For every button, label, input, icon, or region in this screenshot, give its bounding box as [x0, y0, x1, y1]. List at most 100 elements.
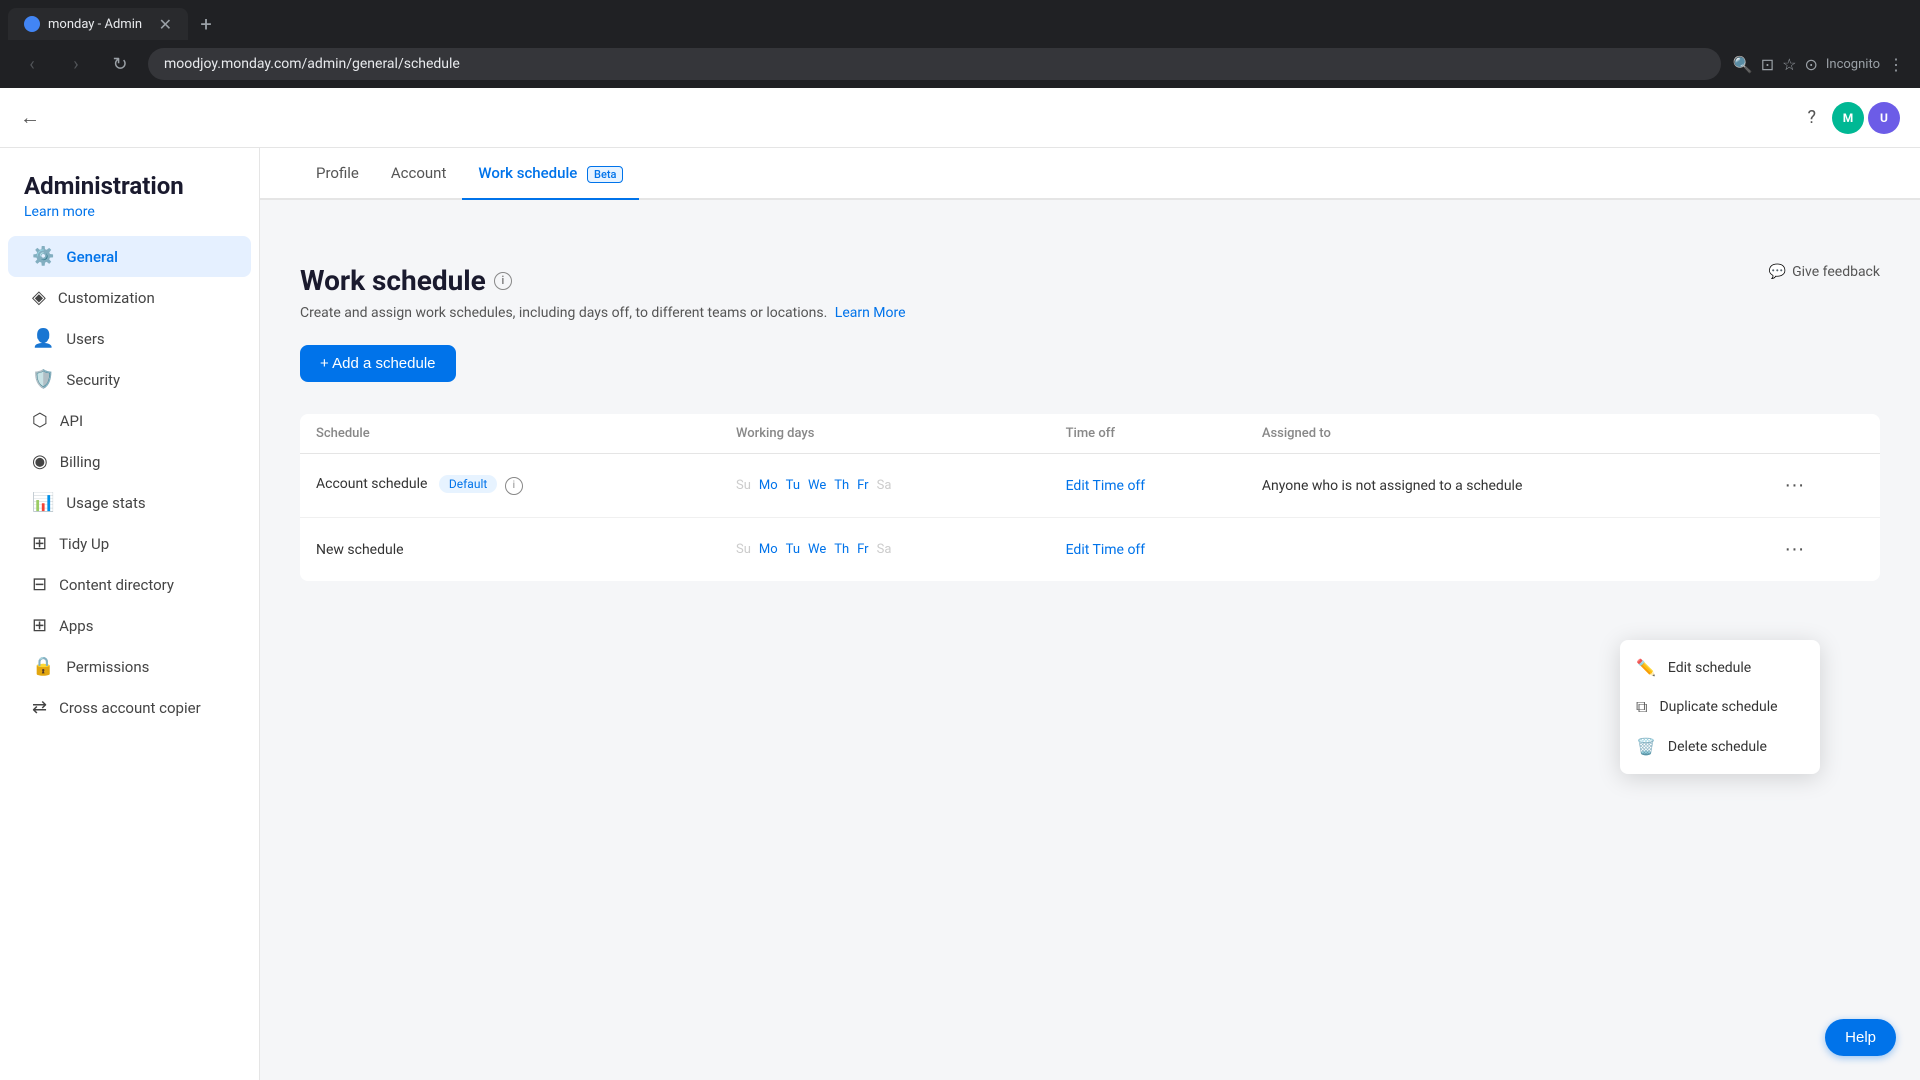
add-schedule-button[interactable]: + Add a schedule	[300, 345, 456, 382]
sidebar-item-users[interactable]: 👤 Users	[8, 318, 251, 359]
sidebar-item-label-cross-account-copier: Cross account copier	[59, 699, 201, 717]
days-container: Su Mo Tu We Th Fr Sa	[736, 478, 1034, 493]
content-directory-icon: ⊟	[32, 574, 47, 595]
day-fr-2: Fr	[857, 542, 868, 557]
avatar-user2[interactable]: U	[1868, 102, 1900, 134]
usage-stats-icon: 📊	[32, 492, 54, 513]
col-schedule: Schedule	[300, 414, 720, 454]
bookmark-icon[interactable]: ☆	[1782, 55, 1796, 74]
sidebar-item-security[interactable]: 🛡️ Security	[8, 359, 251, 400]
avatar-user1[interactable]: M	[1832, 102, 1864, 134]
context-menu-delete[interactable]: 🗑️ Delete schedule	[1620, 727, 1820, 766]
billing-icon: ◉	[32, 451, 48, 472]
give-feedback-link[interactable]: 💬 Give feedback	[1769, 264, 1880, 280]
address-icons: 🔍 ⊡ ☆ ⊙ Incognito ⋮	[1733, 55, 1904, 74]
more-actions-button-2[interactable]: ···	[1776, 534, 1812, 565]
tab-work-schedule[interactable]: Work schedule Beta	[462, 148, 639, 200]
sidebar-item-content-directory[interactable]: ⊟ Content directory	[8, 564, 251, 605]
day-mo-2: Mo	[759, 542, 778, 557]
sidebar-item-label-api: API	[60, 412, 83, 430]
day-tu-2: Tu	[786, 542, 800, 557]
help-question-icon[interactable]: ?	[1807, 107, 1816, 128]
day-su: Su	[736, 478, 751, 493]
actions-cell-1: ···	[1760, 454, 1880, 518]
tabs-bar: Profile Account Work schedule Beta	[260, 148, 1920, 200]
sidebar-item-label-tidy-up: Tidy Up	[59, 535, 109, 553]
sidebar-learn-more-link[interactable]: Learn more	[0, 204, 259, 220]
schedule-name-cell-2: New schedule	[300, 518, 720, 582]
incognito-label: Incognito	[1826, 57, 1880, 72]
col-working-days: Working days	[720, 414, 1050, 454]
profile-icon[interactable]: ⊙	[1804, 55, 1817, 74]
forward-nav-button[interactable]: ›	[60, 48, 92, 80]
duplicate-icon: ⧉	[1636, 697, 1647, 717]
delete-icon: 🗑️	[1636, 737, 1656, 756]
day-tu: Tu	[786, 478, 800, 493]
sidebar-item-usage-stats[interactable]: 📊 Usage stats	[8, 482, 251, 523]
more-actions-button-1[interactable]: ···	[1776, 470, 1812, 501]
new-tab-button[interactable]: +	[192, 10, 220, 38]
tidy-up-icon: ⊞	[32, 533, 47, 554]
customization-icon: ◈	[32, 287, 46, 308]
sidebar-item-label-billing: Billing	[60, 453, 101, 471]
help-button[interactable]: Help	[1825, 1019, 1896, 1056]
assigned-to-cell: Anyone who is not assigned to a schedule	[1246, 454, 1761, 518]
schedule-name: Account schedule	[316, 476, 427, 492]
tab-account[interactable]: Account	[375, 148, 463, 200]
context-menu-edit[interactable]: ✏️ Edit schedule	[1620, 648, 1820, 687]
edit-time-off-link-2[interactable]: Edit Time off	[1066, 542, 1146, 558]
back-nav-button[interactable]: ‹	[16, 48, 48, 80]
sidebar-item-label-permissions: Permissions	[66, 658, 149, 676]
day-th: Th	[834, 478, 849, 493]
edit-time-off-link-1[interactable]: Edit Time off	[1066, 478, 1146, 494]
url-text: moodjoy.monday.com/admin/general/schedul…	[164, 56, 460, 72]
actions-cell-2: ···	[1760, 518, 1880, 582]
sidebar-item-label-content-directory: Content directory	[59, 576, 174, 594]
sidebar-item-permissions[interactable]: 🔒 Permissions	[8, 646, 251, 687]
sidebar-item-label-users: Users	[66, 330, 104, 348]
cast-icon[interactable]: ⊡	[1761, 55, 1774, 74]
day-th-2: Th	[834, 542, 849, 557]
sidebar-item-general[interactable]: ⚙️ General	[8, 236, 251, 277]
sidebar-item-cross-account-copier[interactable]: ⇄ Cross account copier	[8, 687, 251, 728]
day-mo: Mo	[759, 478, 778, 493]
page-description: Create and assign work schedules, includ…	[300, 305, 1880, 321]
day-fr: Fr	[857, 478, 868, 493]
tab-close-button[interactable]: ✕	[159, 15, 172, 34]
page-title-info-icon[interactable]: i	[494, 272, 512, 290]
page-title: Work schedule i	[300, 264, 512, 297]
tab-profile[interactable]: Profile	[300, 148, 375, 200]
tab-bar: monday - Admin ✕ +	[0, 0, 1920, 40]
page-header: Work schedule i 💬 Give feedback	[300, 264, 1880, 297]
table-row: Account schedule Default i Su Mo Tu We T…	[300, 454, 1880, 518]
api-icon: ⬡	[32, 410, 48, 431]
sidebar-item-label-security: Security	[66, 371, 120, 389]
reload-button[interactable]: ↻	[104, 48, 136, 80]
assigned-to-cell-2	[1246, 518, 1761, 582]
table-header-row: Schedule Working days Time off Assigned …	[300, 414, 1880, 454]
sidebar-item-api[interactable]: ⬡ API	[8, 400, 251, 441]
sidebar-item-tidy-up[interactable]: ⊞ Tidy Up	[8, 523, 251, 564]
learn-more-link[interactable]: Learn More	[835, 305, 906, 321]
extensions-icon[interactable]: ⋮	[1888, 55, 1904, 74]
url-bar[interactable]: moodjoy.monday.com/admin/general/schedul…	[148, 48, 1721, 80]
app-back-button[interactable]: ←	[20, 105, 40, 130]
day-we-2: We	[808, 542, 826, 557]
sidebar-item-label-general: General	[66, 248, 118, 266]
table-header: Schedule Working days Time off Assigned …	[300, 414, 1880, 454]
search-icon[interactable]: 🔍	[1733, 55, 1753, 74]
table-row: New schedule Su Mo Tu We Th Fr Sa	[300, 518, 1880, 582]
main-content: Profile Account Work schedule Beta Work …	[260, 148, 1920, 1080]
sidebar-item-apps[interactable]: ⊞ Apps	[8, 605, 251, 646]
general-icon: ⚙️	[32, 246, 54, 267]
sidebar-item-billing[interactable]: ◉ Billing	[8, 441, 251, 482]
day-sa-2: Sa	[877, 542, 892, 557]
sidebar-item-customization[interactable]: ◈ Customization	[8, 277, 251, 318]
avatar-group: M U	[1832, 102, 1900, 134]
app-header: ← ? M U	[0, 88, 1920, 148]
active-tab[interactable]: monday - Admin ✕	[8, 8, 188, 40]
schedule-name-cell: Account schedule Default i	[300, 454, 720, 518]
context-menu-duplicate[interactable]: ⧉ Duplicate schedule	[1620, 687, 1820, 727]
sidebar-item-label-customization: Customization	[58, 289, 155, 307]
schedule-info-icon[interactable]: i	[505, 477, 523, 495]
